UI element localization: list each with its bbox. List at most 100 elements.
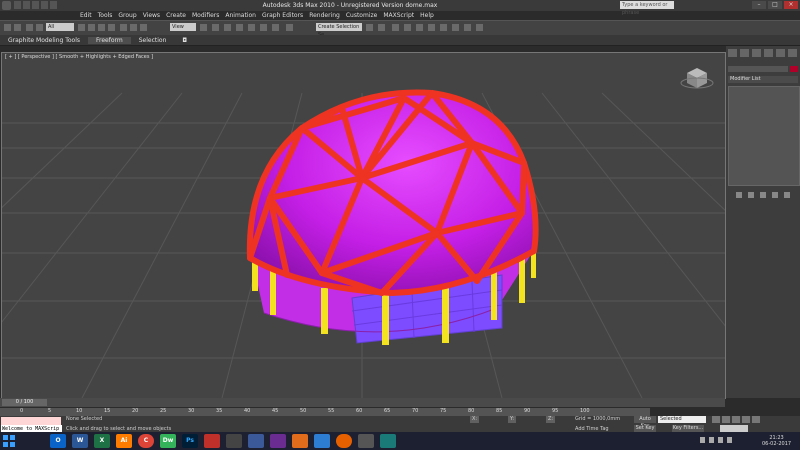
tray-up-icon[interactable] [700,437,705,443]
3dsmax-icon[interactable] [380,434,396,448]
menu-animation[interactable]: Animation [225,12,256,19]
volume-icon[interactable] [718,437,723,443]
menu-create[interactable]: Create [166,12,186,19]
move-icon[interactable] [120,24,127,31]
menu-customize[interactable]: Customize [346,12,378,19]
mirror-icon[interactable] [366,24,373,31]
modifier-stack[interactable] [728,86,800,186]
rendered-frame-icon[interactable] [464,24,471,31]
redo-toolbar-icon[interactable] [14,24,21,31]
media-icon[interactable] [204,434,220,448]
time-slider[interactable]: 0 / 100 [0,398,725,407]
angle-snap-icon[interactable] [248,24,255,31]
perspective-viewport[interactable]: [ + ] [ Perspective ] [ Smooth + Highlig… [1,52,726,399]
windows-start-icon[interactable] [2,434,16,448]
window-crossing-icon[interactable] [108,24,115,31]
app-icon[interactable] [358,434,374,448]
close-button[interactable]: × [784,1,798,9]
tab-graphite-modeling-tools[interactable]: Graphite Modeling Tools [0,37,88,44]
show-end-result-icon[interactable] [748,192,754,198]
x-coordinate-field[interactable]: X: [470,416,480,423]
create-tab-icon[interactable] [728,49,737,57]
select-by-name-icon[interactable] [88,24,95,31]
named-selection-set-dropdown[interactable]: Create Selection Se [316,23,362,38]
viewport-label[interactable]: [ + ] [ Perspective ] [ Smooth + Highlig… [5,54,153,60]
make-unique-icon[interactable] [760,192,766,198]
material-editor-icon[interactable] [440,24,447,31]
utilities-tab-icon[interactable] [788,49,797,57]
set-key-button[interactable]: Set Key [634,425,656,432]
chrome-icon[interactable]: C [138,434,154,448]
powershell-icon[interactable] [314,434,330,448]
object-color-swatch[interactable] [790,66,798,72]
menu-rendering[interactable]: Rendering [309,12,340,19]
system-clock[interactable]: 21:23 06-02-2017 [762,435,791,447]
modifier-list-dropdown[interactable]: Modifier List [728,76,798,83]
maximize-button[interactable]: □ [768,1,782,9]
time-slider-thumb[interactable]: 0 / 100 [2,399,47,406]
app-icon[interactable] [226,434,242,448]
menu-graph-editors[interactable]: Graph Editors [262,12,303,19]
scale-icon[interactable] [140,24,147,31]
previous-frame-icon[interactable] [722,416,730,423]
menu-views[interactable]: Views [143,12,160,19]
tab-selection[interactable]: Selection [131,37,175,44]
ribbon-toggle-icon[interactable]: ◘ [174,37,195,44]
rectangular-selection-icon[interactable] [98,24,105,31]
undo-toolbar-icon[interactable] [4,24,11,31]
key-selection-dropdown[interactable]: Selected [658,416,706,423]
graphite-toggle-icon[interactable] [404,24,411,31]
pivot-icon[interactable] [200,24,207,31]
percent-snap-icon[interactable] [260,24,267,31]
pin-stack-icon[interactable] [736,192,742,198]
current-frame-field[interactable] [720,425,748,432]
select-manipulate-icon[interactable] [212,24,219,31]
go-to-start-icon[interactable] [712,416,720,423]
app-icon[interactable] [248,434,264,448]
keyboard-shortcut-icon[interactable] [224,24,231,31]
menu-maxscript[interactable]: MAXScript [383,12,414,19]
link-icon[interactable] [26,24,33,31]
edit-named-selection-icon[interactable] [286,24,293,31]
y-coordinate-field[interactable]: Y: [508,416,517,423]
render-production-icon[interactable] [476,24,483,31]
menu-help[interactable]: Help [420,12,434,19]
snaps-toggle-icon[interactable] [236,24,243,31]
battery-icon[interactable] [727,437,732,443]
next-frame-icon[interactable] [742,416,750,423]
configure-modifier-sets-icon[interactable] [784,192,790,198]
outlook-icon[interactable]: O [50,434,66,448]
search-input[interactable]: Type a keyword or phrase [620,1,674,16]
network-icon[interactable] [709,437,714,443]
dreamweaver-icon[interactable]: Dw [160,434,176,448]
app-icon[interactable] [270,434,286,448]
auto-key-button[interactable]: Auto Key [634,416,656,429]
remove-modifier-icon[interactable] [772,192,778,198]
excel-icon[interactable]: X [94,434,110,448]
menu-tools[interactable]: Tools [98,12,113,19]
menu-group[interactable]: Group [118,12,136,19]
spinner-snap-icon[interactable] [272,24,279,31]
select-object-icon[interactable] [78,24,85,31]
minimize-button[interactable]: – [752,1,766,9]
schematic-view-icon[interactable] [428,24,435,31]
tab-freeform[interactable]: Freeform [88,36,131,44]
selection-filter-dropdown[interactable]: All [46,23,74,31]
illustrator-icon[interactable]: Ai [116,434,132,448]
hierarchy-tab-icon[interactable] [752,49,761,57]
z-coordinate-field[interactable]: Z: [546,416,556,423]
modify-tab-icon[interactable] [740,49,749,57]
menu-modifiers[interactable]: Modifiers [192,12,219,19]
word-icon[interactable]: W [72,434,88,448]
rotate-icon[interactable] [130,24,137,31]
object-name-field[interactable] [728,66,788,72]
reference-coordinate-dropdown[interactable]: View [170,23,196,31]
photoshop-icon[interactable]: Ps [182,434,198,448]
layer-manager-icon[interactable] [392,24,399,31]
key-filters-button[interactable]: Key Filters... [672,425,704,432]
display-tab-icon[interactable] [776,49,785,57]
unlink-icon[interactable] [36,24,43,31]
motion-tab-icon[interactable] [764,49,773,57]
maxscript-listener-top[interactable] [1,417,61,425]
render-setup-icon[interactable] [452,24,459,31]
